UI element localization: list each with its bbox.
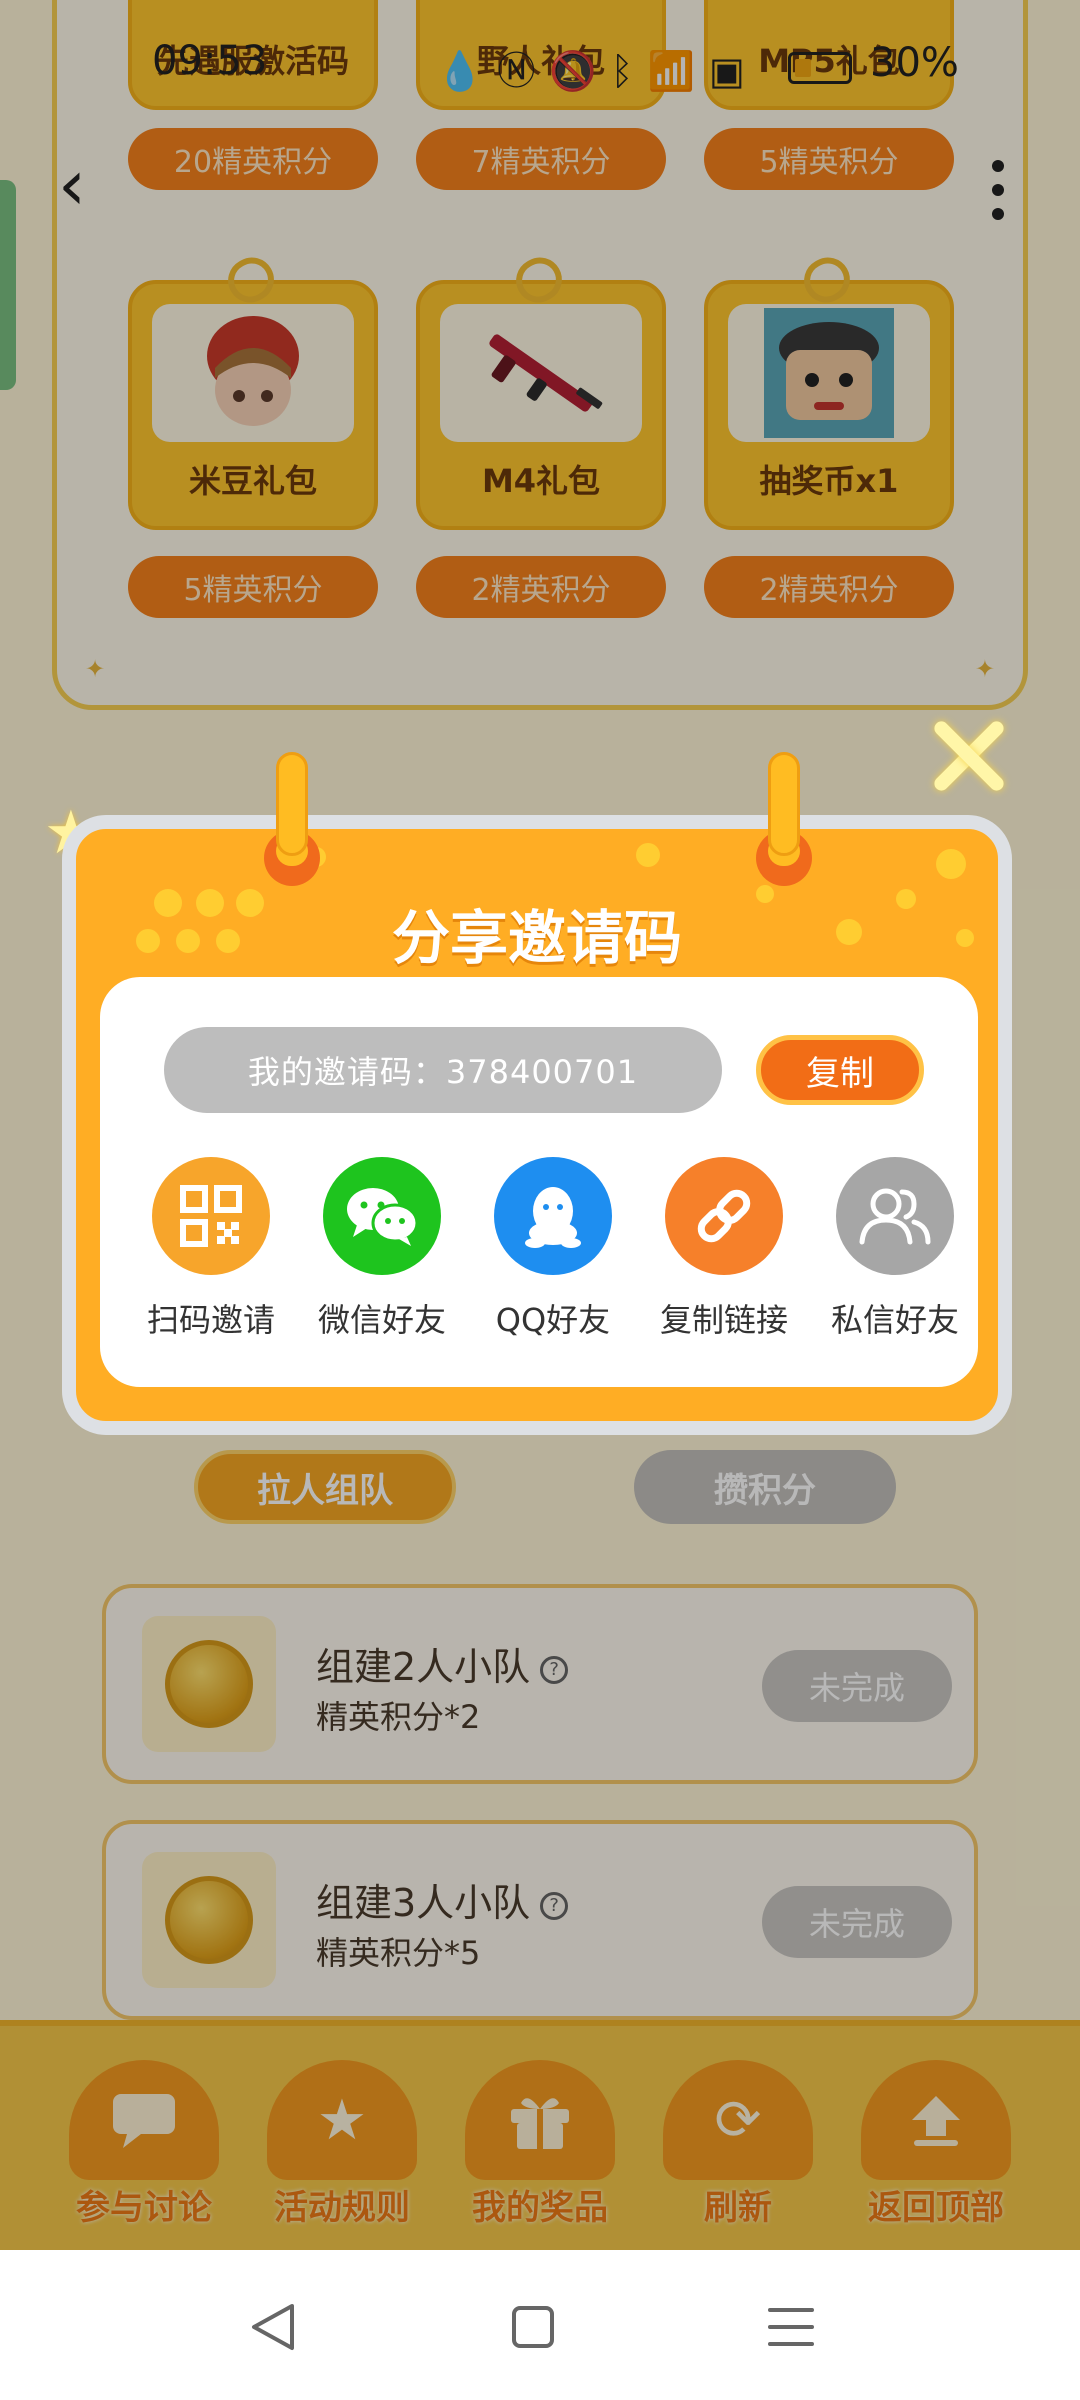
link-icon (665, 1157, 783, 1275)
nav-home-icon[interactable] (498, 2292, 568, 2362)
share-option-label: 扫码邀请 (146, 1301, 275, 1339)
binder-ring-decoration (756, 752, 812, 886)
friends-icon (836, 1157, 954, 1275)
wechat-icon (323, 1157, 441, 1275)
share-option-label: QQ好友 (495, 1301, 611, 1339)
share-wechat[interactable]: 微信好友 (297, 1157, 467, 1341)
close-icon[interactable] (930, 716, 1006, 792)
share-invite-modal: 分享邀请码 我的邀请码：378400701 复制 扫码邀请 微信好友 QQ好友 … (62, 815, 1012, 1435)
share-option-label: 复制链接 (659, 1301, 788, 1339)
qq-icon (494, 1157, 612, 1275)
modal-content: 我的邀请码：378400701 复制 扫码邀请 微信好友 QQ好友 复制链接 私… (100, 977, 978, 1387)
copy-button[interactable]: 复制 (756, 1035, 924, 1105)
share-option-label: 微信好友 (317, 1301, 446, 1339)
nav-back-icon[interactable] (240, 2292, 310, 2362)
share-scan-qr[interactable]: 扫码邀请 (126, 1157, 296, 1341)
share-qq[interactable]: QQ好友 (468, 1157, 638, 1341)
modal-title: 分享邀请码 (391, 904, 682, 972)
invite-code-field[interactable]: 我的邀请码：378400701 (164, 1027, 722, 1113)
share-option-label: 私信好友 (830, 1301, 959, 1339)
nav-menu-icon[interactable] (756, 2292, 826, 2362)
qr-code-icon (152, 1157, 270, 1275)
binder-ring-decoration (264, 752, 320, 886)
share-private-message[interactable]: 私信好友 (810, 1157, 980, 1341)
share-copy-link[interactable]: 复制链接 (639, 1157, 809, 1341)
system-navigation-bar (0, 2250, 1080, 2400)
